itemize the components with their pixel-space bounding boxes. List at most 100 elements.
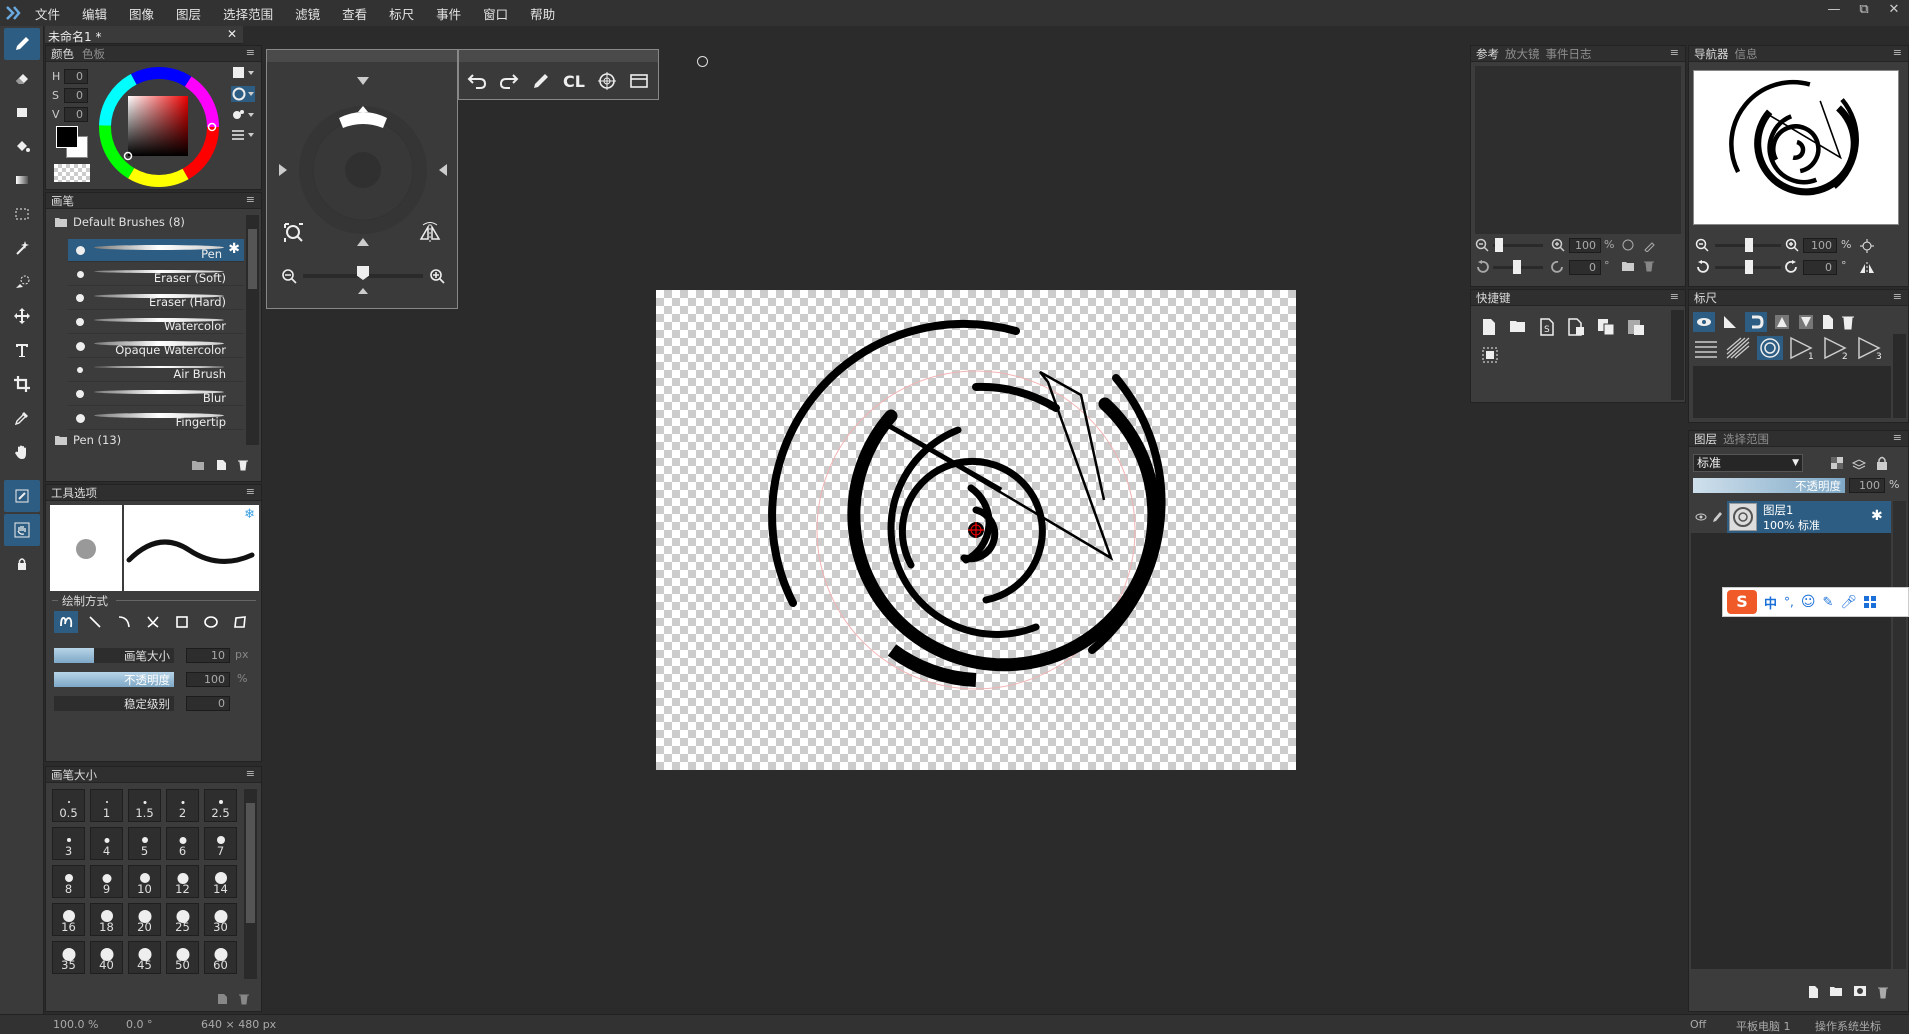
document-tab[interactable]: 未命名1 * ✕ <box>45 26 243 44</box>
redo-icon[interactable] <box>499 71 519 91</box>
ime-skin-icon[interactable]: ✎ <box>1822 595 1833 610</box>
color-mode-dots-icon[interactable] <box>231 108 255 122</box>
brush-size-slider[interactable]: 画笔大小 <box>54 648 174 663</box>
sogou-logo-icon[interactable]: S <box>1727 590 1757 614</box>
layer-stack-icon[interactable] <box>1851 455 1867 471</box>
new-brush-icon[interactable] <box>215 459 227 471</box>
brush-size-cell[interactable]: 3 <box>52 827 85 860</box>
brush-row[interactable]: Watercolor <box>68 311 244 334</box>
brush-size-field[interactable]: 10 <box>186 648 230 663</box>
new-file-icon[interactable] <box>1481 318 1497 336</box>
magic-wand-tool-button[interactable] <box>4 232 40 264</box>
ref-open-folder-icon[interactable] <box>1621 260 1635 272</box>
brush-size-cell[interactable]: 45 <box>128 941 161 974</box>
brush-group-default[interactable]: Default Brushes (8) <box>54 215 185 229</box>
hsv-color-wheel[interactable] <box>98 66 220 188</box>
curve-mode-button[interactable] <box>112 611 136 633</box>
brush-size-cell[interactable]: 5 <box>128 827 161 860</box>
nav-fit-icon[interactable] <box>1859 238 1875 254</box>
nav-rotate-field[interactable]: 0 <box>1803 260 1837 275</box>
parallel-lines-icon[interactable] <box>1693 336 1719 360</box>
opacity-slider[interactable]: 不透明度 <box>54 672 174 687</box>
layer-mask-icon[interactable] <box>1853 985 1867 997</box>
brush-size-cell[interactable]: 20 <box>128 903 161 936</box>
ref-rotate-field[interactable]: 0 <box>1569 260 1601 275</box>
brush-size-cell[interactable]: 9 <box>90 865 123 898</box>
brush-size-cell[interactable]: 50 <box>166 941 199 974</box>
perspective-1-icon[interactable]: 1 <box>1789 336 1817 360</box>
open-folder-icon[interactable] <box>1509 318 1527 334</box>
paste-icon[interactable] <box>1627 318 1645 336</box>
opacity-field[interactable]: 100 <box>186 672 230 687</box>
undo-icon[interactable] <box>467 71 487 91</box>
zoom-out-icon[interactable] <box>281 268 297 284</box>
ruler-perspective-icon[interactable] <box>1773 313 1791 331</box>
h-field[interactable]: 0 <box>64 69 88 84</box>
brush-size-cell[interactable]: 0.5 <box>52 789 85 822</box>
brush-size-cell[interactable]: 7 <box>204 827 237 860</box>
menu-filter[interactable]: 滤镜 <box>284 4 331 23</box>
ref-rotate-slider[interactable] <box>1493 260 1543 274</box>
layer-edit-pen-icon[interactable] <box>1711 510 1723 524</box>
color-mode-square-icon[interactable] <box>231 66 255 80</box>
window-mode-icon[interactable] <box>629 71 649 91</box>
menu-window[interactable]: 窗口 <box>472 4 519 23</box>
select-brush-tool-button[interactable] <box>4 266 40 298</box>
menu-file[interactable]: 文件 <box>24 4 71 23</box>
minimize-button[interactable]: — <box>1819 0 1849 22</box>
snap-target-icon[interactable] <box>597 71 617 91</box>
brush-size-cell[interactable]: 14 <box>204 865 237 898</box>
brush-size-cell[interactable]: 35 <box>52 941 85 974</box>
lock-button[interactable] <box>4 548 40 580</box>
perspective-2-icon[interactable]: 2 <box>1823 336 1851 360</box>
brush-group-pen[interactable]: Pen (13) <box>54 433 121 447</box>
size-grid-scrollbar[interactable] <box>244 789 257 979</box>
navigator-preview[interactable] <box>1693 70 1899 225</box>
layer-lock-alpha-icon[interactable] <box>1829 455 1845 471</box>
menu-view[interactable]: 查看 <box>331 4 378 23</box>
blend-mode-select[interactable]: 标准 ▼ <box>1693 454 1803 472</box>
stabilizer-toggle-button[interactable] <box>4 480 40 512</box>
stabilizer-slider[interactable]: 稳定级别 <box>54 696 174 711</box>
brush-row[interactable]: Eraser (Soft) <box>68 263 244 286</box>
menu-help[interactable]: 帮助 <box>519 4 566 23</box>
hand-tool-button[interactable] <box>4 436 40 468</box>
brush-row[interactable]: Blur <box>68 383 244 406</box>
ruler-snap-toggle[interactable] <box>1745 312 1767 332</box>
foreground-color-swatch[interactable] <box>56 126 78 148</box>
brush-size-cell[interactable]: 2 <box>166 789 199 822</box>
s-field[interactable]: 0 <box>64 88 88 103</box>
brush-size-cell[interactable]: 8 <box>52 865 85 898</box>
nav-zoom-in-icon[interactable] <box>1785 238 1799 252</box>
layers-scrollbar[interactable] <box>1893 501 1906 969</box>
close-window-button[interactable]: ✕ <box>1879 0 1909 22</box>
layers-menu-icon[interactable]: ≡ <box>1893 431 1902 444</box>
delete-size-icon[interactable] <box>238 993 250 1005</box>
tab-info[interactable]: 信息 <box>1735 46 1758 62</box>
reference-menu-icon[interactable]: ≡ <box>1670 46 1679 59</box>
menu-layer[interactable]: 图层 <box>165 4 212 23</box>
ruler-triangle-icon[interactable] <box>1721 313 1739 331</box>
rectangle-tool-button[interactable] <box>4 96 40 128</box>
eyedropper-tool-button[interactable] <box>4 402 40 434</box>
tab-reference[interactable]: 参考 <box>1476 46 1499 62</box>
shortcuts-scrollbar[interactable] <box>1671 310 1684 400</box>
nav-flip-icon[interactable] <box>1859 260 1875 276</box>
ref-zoom-in-icon[interactable] <box>1551 238 1565 252</box>
brush-row[interactable]: Pen ✱ <box>68 239 244 262</box>
perspective-3-icon[interactable]: 3 <box>1857 336 1885 360</box>
tab-selection[interactable]: 选择范围 <box>1723 431 1769 447</box>
brush-row[interactable]: Opaque Watercolor <box>68 335 244 358</box>
text-tool-button[interactable] <box>4 334 40 366</box>
ruler-menu-icon[interactable]: ≡ <box>1893 290 1902 303</box>
brush-row[interactable]: Fingertip <box>68 407 244 430</box>
brush-size-cell[interactable]: 25 <box>166 903 199 936</box>
ellipse-mode-button[interactable] <box>199 611 223 633</box>
layer-opacity-slider[interactable]: 不透明度 <box>1693 478 1845 493</box>
brush-size-cell[interactable]: 1.5 <box>128 789 161 822</box>
layer-opacity-field[interactable]: 100 <box>1849 478 1885 493</box>
new-folder-icon[interactable] <box>191 459 205 471</box>
rectangle-mode-button[interactable] <box>170 611 194 633</box>
brush-size-menu-icon[interactable]: ≡ <box>246 767 255 780</box>
brush-size-cell[interactable]: 4 <box>90 827 123 860</box>
